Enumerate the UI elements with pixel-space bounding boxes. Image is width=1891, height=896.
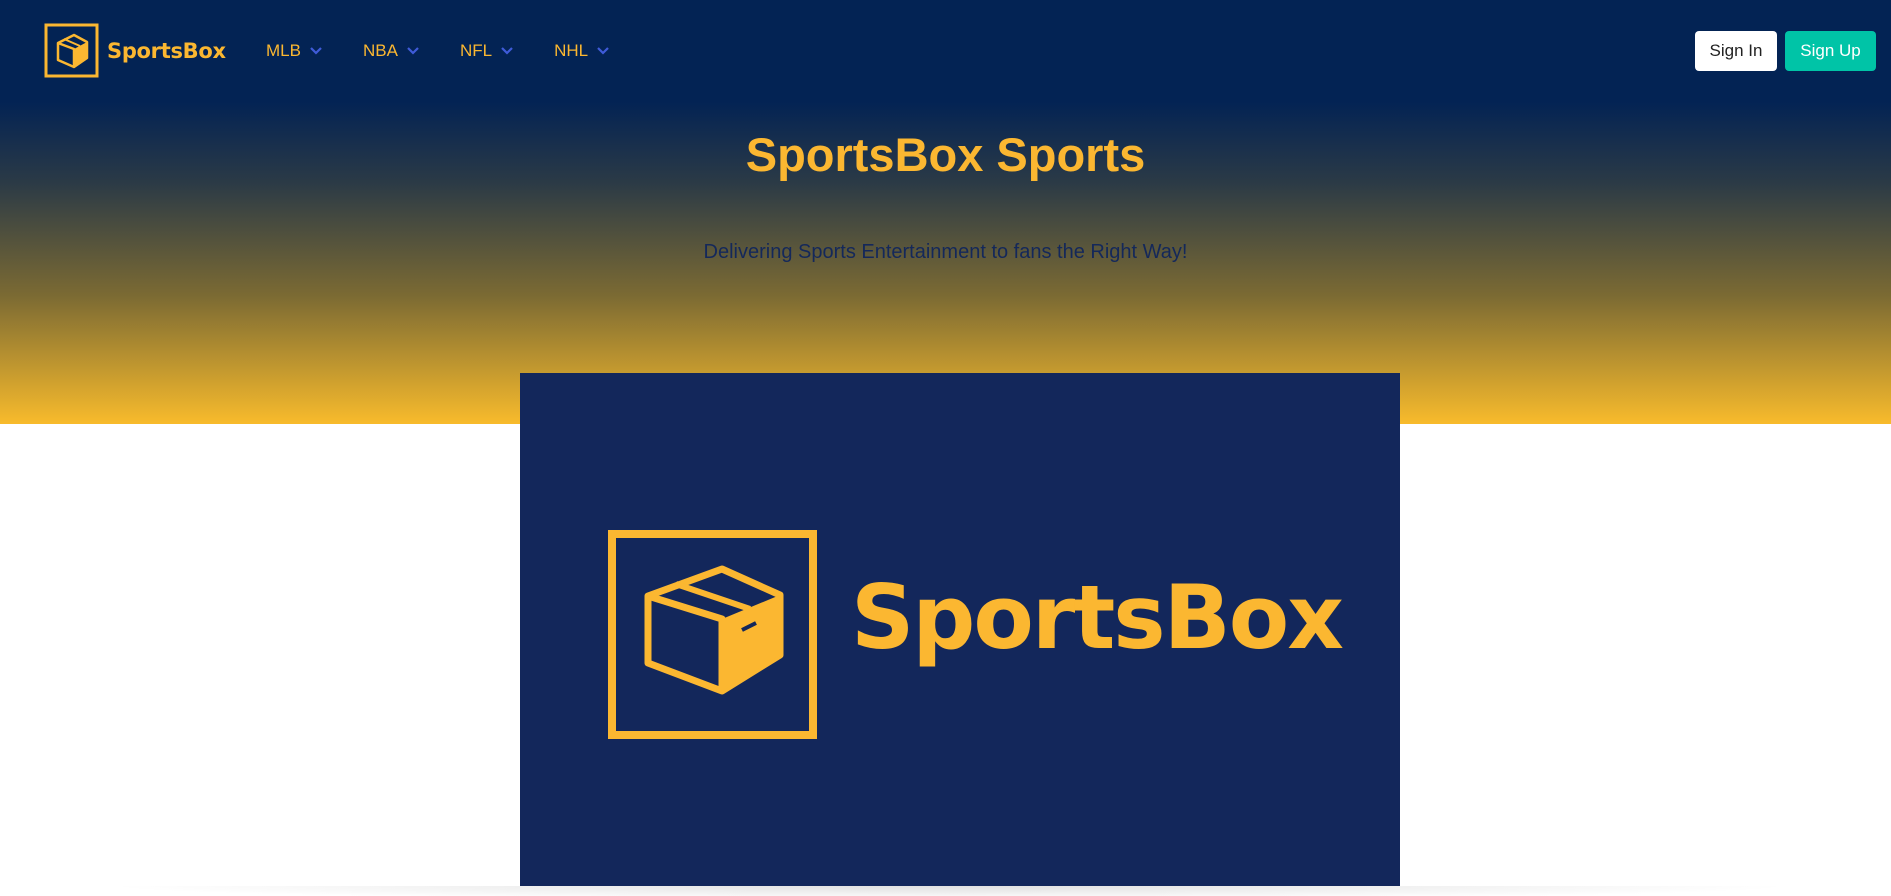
nav-item-nfl[interactable]: NFL	[460, 41, 514, 61]
brand-name: SportsBox	[107, 38, 226, 63]
bottom-shadow	[100, 886, 1800, 896]
nav-item-mlb[interactable]: MLB	[266, 41, 323, 61]
nav-item-label: NFL	[459, 41, 493, 60]
top-navbar: SportsBox MLB NBA NFL NHL Sign In Sign U…	[0, 0, 1891, 102]
chevron-down-icon	[501, 47, 513, 55]
sign-up-button[interactable]: Sign Up	[1785, 31, 1876, 71]
box-icon	[44, 23, 99, 78]
brand-logo-link[interactable]: SportsBox	[44, 23, 226, 78]
nav-item-nba[interactable]: NBA	[363, 41, 420, 61]
nav-item-label: NBA	[362, 41, 398, 60]
chevron-down-icon	[407, 47, 419, 55]
nav-item-label: MLB	[266, 41, 301, 60]
nav-item-label: NHL	[554, 41, 589, 60]
nav-menu: MLB NBA NFL NHL	[266, 0, 650, 102]
hero-title: SportsBox Sports	[745, 128, 1146, 181]
logo-wordmark: SportsBox	[851, 566, 1344, 669]
sign-in-button[interactable]: Sign In	[1695, 31, 1777, 71]
hero-subtitle: Delivering Sports Entertainment to fans …	[703, 241, 1188, 263]
chevron-down-icon	[310, 47, 322, 55]
nav-item-nhl[interactable]: NHL	[554, 41, 610, 61]
chevron-down-icon	[597, 47, 609, 55]
page: SportsBox MLB NBA NFL NHL Sign In Sign U…	[0, 0, 1891, 896]
